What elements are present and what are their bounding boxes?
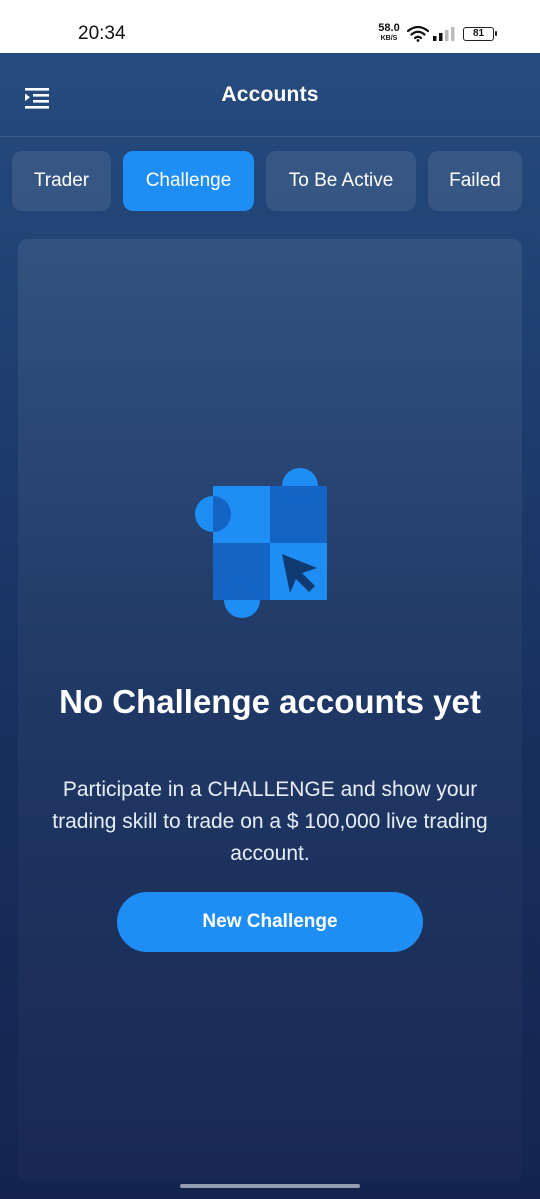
wifi-icon [407, 25, 429, 42]
app-header: Accounts [0, 53, 540, 137]
tab-trader[interactable]: Trader [12, 151, 111, 211]
description-line: trading skill to trade on a $ 100,000 li… [52, 810, 488, 833]
new-challenge-button[interactable]: New Challenge [117, 892, 423, 952]
status-time: 20:34 [78, 23, 126, 44]
tab-challenge[interactable]: Challenge [123, 151, 254, 211]
description-line: Participate in a CHALLENGE and show your [62, 778, 478, 801]
tab-failed[interactable]: Failed [428, 151, 522, 211]
page-title: Accounts [221, 83, 319, 106]
network-speed: 58.0 KB/S [375, 22, 403, 43]
tab-to-be-active[interactable]: To Be Active [266, 151, 416, 211]
battery-indicator: 81 [463, 27, 497, 41]
empty-state-title: No Challenge accounts yet [59, 683, 481, 720]
status-bar: 20:34 58.0 KB/S 81 [0, 0, 540, 53]
empty-state-description: Participate in a CHALLENGE and show your… [18, 774, 522, 870]
network-speed-unit: KB/S [380, 35, 398, 42]
puzzle-cursor-icon [195, 468, 327, 618]
signal-icon [433, 27, 455, 41]
home-indicator [180, 1184, 360, 1188]
network-speed-value: 58.0 [378, 22, 400, 34]
empty-state-card: No Challenge accounts yet Participate in… [18, 239, 522, 1181]
description-line: account. [230, 842, 310, 865]
